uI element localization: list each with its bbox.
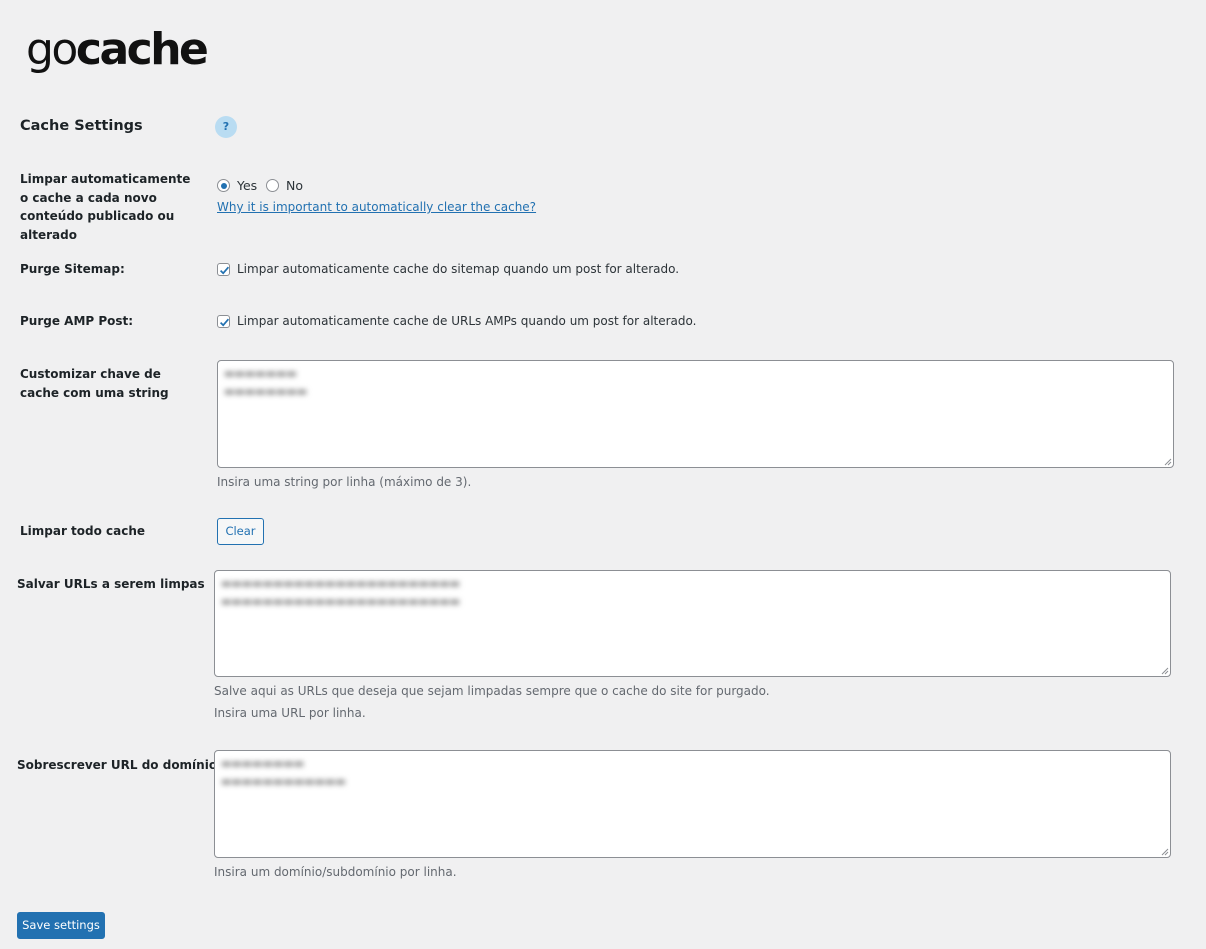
blurred-content: ▬▬▬▬▬▬▬▬▬▬▬▬▬▬▬▬▬▬▬▬▬▬▬ ▬▬▬▬▬▬▬▬▬▬▬▬▬▬▬▬▬… [221,577,461,608]
purge-sitemap-checkbox[interactable] [217,263,230,276]
auto-clear-no-label[interactable]: No [286,178,303,193]
auto-clear-yes-radio[interactable] [217,179,230,192]
section-title: Cache Settings [20,118,143,134]
blurred-content: ▬▬▬▬▬▬▬ ▬▬▬▬▬▬▬▬ [224,367,308,398]
cache-key-textarea[interactable]: ▬▬▬▬▬▬▬ ▬▬▬▬▬▬▬▬ [217,360,1174,468]
purge-amp-text[interactable]: Limpar automaticamente cache de URLs AMP… [237,314,696,328]
resize-handle-icon[interactable] [1162,456,1172,466]
urls-label: Salvar URLs a serem limpas [17,577,205,591]
logo-text-go: go [26,24,78,75]
cache-key-label: Customizar chave de cache com uma string [20,367,169,400]
urls-description-1: Salve aqui as URLs que deseja que sejam … [214,684,770,698]
checkmark-icon [219,318,230,327]
logo-text-cache: cache [75,24,209,75]
save-settings-button[interactable]: Save settings [17,912,105,939]
resize-handle-icon[interactable] [1159,665,1169,675]
purge-amp-checkbox[interactable] [217,315,230,328]
domain-textarea[interactable]: ▬▬▬▬▬▬▬▬ ▬▬▬▬▬▬▬▬▬▬▬▬ [214,750,1171,858]
blurred-content: ▬▬▬▬▬▬▬▬ ▬▬▬▬▬▬▬▬▬▬▬▬ [221,757,346,788]
domain-description: Insira um domínio/subdomínio por linha. [214,865,457,879]
cache-key-description: Insira uma string por linha (máximo de 3… [217,475,472,489]
purge-sitemap-text[interactable]: Limpar automaticamente cache do sitemap … [237,262,679,276]
domain-label: Sobrescrever URL do domínio [17,758,218,772]
urls-description-2: Insira uma URL por linha. [214,706,366,720]
clear-all-label: Limpar todo cache [20,524,146,538]
gocache-logo: gocache [26,28,209,72]
resize-handle-icon[interactable] [1159,846,1169,856]
checkmark-icon [219,266,230,275]
purge-sitemap-label: Purge Sitemap: [20,262,125,276]
clear-button[interactable]: Clear [217,518,264,545]
auto-clear-yes-label[interactable]: Yes [237,178,257,193]
auto-clear-label: Limpar automaticamente o cache a cada no… [20,172,191,242]
purge-amp-label: Purge AMP Post: [20,314,134,328]
auto-clear-no-radio[interactable] [266,179,279,192]
urls-textarea[interactable]: ▬▬▬▬▬▬▬▬▬▬▬▬▬▬▬▬▬▬▬▬▬▬▬ ▬▬▬▬▬▬▬▬▬▬▬▬▬▬▬▬▬… [214,570,1171,677]
why-auto-clear-link[interactable]: Why it is important to automatically cle… [217,200,536,214]
help-icon[interactable]: ? [215,116,237,138]
